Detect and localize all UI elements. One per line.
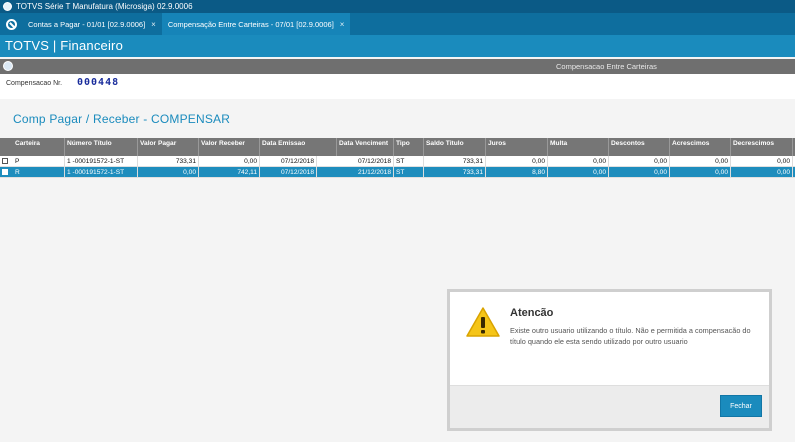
cell-data-vencimento: 21/12/2018 xyxy=(317,167,394,177)
cell-data-vencimento: 07/12/2018 xyxy=(317,156,394,166)
column-header[interactable]: Tipo xyxy=(394,138,424,156)
form-title: Compensacao Entre Carteiras xyxy=(556,62,657,71)
app-logo-icon xyxy=(3,2,12,11)
cell-valor-pagar: 733,31 xyxy=(138,156,199,166)
column-header[interactable]: Data Emissao xyxy=(260,138,337,156)
close-button[interactable]: Fechar xyxy=(720,395,762,417)
column-header[interactable]: Saldo Titulo xyxy=(424,138,486,156)
column-header[interactable]: Carteira xyxy=(13,138,65,156)
tab-bar: Contas a Pagar - 01/01 [02.9.0006] × Com… xyxy=(0,13,795,35)
warning-icon xyxy=(466,307,500,337)
cell-data-emissao: 07/12/2018 xyxy=(260,156,317,166)
cell-multa: 0,00 xyxy=(548,167,609,177)
cell-data-emissao: 07/12/2018 xyxy=(260,167,317,177)
cell-juros: 0,00 xyxy=(486,156,548,166)
close-icon[interactable]: × xyxy=(340,20,345,29)
form-titlebar: Compensacao Entre Carteiras xyxy=(0,59,795,74)
cell-decrescimos: 0,00 xyxy=(731,167,793,177)
cell-descontos: 0,00 xyxy=(609,156,670,166)
compensation-info: Compensacao Nr. 000448 xyxy=(0,74,795,99)
cell-valor-receber: 0,00 xyxy=(199,156,260,166)
cell-tipo: ST xyxy=(394,167,424,177)
globe-icon xyxy=(3,61,13,71)
cell-descontos: 0,00 xyxy=(609,167,670,177)
cell-valor-receber: 742,11 xyxy=(199,167,260,177)
cell-multa: 0,00 xyxy=(548,156,609,166)
cell-acrescimos: 0,00 xyxy=(670,156,731,166)
cell-carteira: R xyxy=(13,167,65,177)
close-icon[interactable]: × xyxy=(151,20,156,29)
alert-dialog: Atencão Existe outro usuario utilizando … xyxy=(447,289,772,431)
dialog-footer: Fechar xyxy=(450,385,769,428)
cell-tipo: ST xyxy=(394,156,424,166)
cell-numero-titulo: 1 -000191572-1-ST xyxy=(65,167,138,177)
column-header[interactable]: Data Venciment xyxy=(337,138,394,156)
column-header[interactable]: Número Título xyxy=(65,138,138,156)
cell-valor-pagar: 0,00 xyxy=(138,167,199,177)
dialog-message: Existe outro usuario utilizando o título… xyxy=(510,326,751,346)
cell-acrescimos: 0,00 xyxy=(670,167,731,177)
window-title: TOTVS Série T Manufatura (Microsiga) 02.… xyxy=(16,2,193,11)
titles-grid: Carteira Número Título Valor Pagar Valor… xyxy=(0,138,795,178)
cell-decrescimos: 0,00 xyxy=(731,156,793,166)
cell-numero-titulo: 1 -000191572-1-ST xyxy=(65,156,138,166)
table-row[interactable]: P 1 -000191572-1-ST 733,31 0,00 07/12/20… xyxy=(0,156,795,167)
row-checkbox[interactable] xyxy=(2,157,8,164)
row-checkbox[interactable] xyxy=(2,168,8,175)
cell-juros: 8,80 xyxy=(486,167,548,177)
column-header[interactable]: Valor Pagar xyxy=(138,138,199,156)
column-header[interactable]: Descontos xyxy=(609,138,670,156)
column-header[interactable]: Acrescimos xyxy=(670,138,731,156)
cell-saldo-titulo: 733,31 xyxy=(424,167,486,177)
compensation-number-label: Compensacao Nr. xyxy=(6,80,63,87)
compensation-number-value: 000448 xyxy=(77,77,120,88)
column-header[interactable]: Juros xyxy=(486,138,548,156)
column-header[interactable]: Decrescimos xyxy=(731,138,793,156)
menu-button[interactable] xyxy=(0,13,22,35)
section-title: Comp Pagar / Receber - COMPENSAR xyxy=(13,112,231,126)
app-title: TOTVS | Financeiro xyxy=(0,35,795,57)
column-header[interactable]: Valor Receber xyxy=(199,138,260,156)
cell-carteira: P xyxy=(13,156,65,166)
block-icon xyxy=(5,18,17,30)
column-header[interactable]: Multa xyxy=(548,138,609,156)
tab-label: Contas a Pagar - 01/01 [02.9.0006] xyxy=(28,19,146,29)
cell-saldo-titulo: 733,31 xyxy=(424,156,486,166)
table-row[interactable]: R 1 -000191572-1-ST 0,00 742,11 07/12/20… xyxy=(0,167,795,178)
tab-compensacao[interactable]: Compensação Entre Carteiras - 07/01 [02.… xyxy=(161,13,351,35)
window-titlebar: TOTVS Série T Manufatura (Microsiga) 02.… xyxy=(0,0,795,13)
tab-label: Compensação Entre Carteiras - 07/01 [02.… xyxy=(167,19,334,29)
dialog-title: Atencão xyxy=(510,307,554,319)
grid-header: Carteira Número Título Valor Pagar Valor… xyxy=(0,138,795,156)
tab-contas-a-pagar[interactable]: Contas a Pagar - 01/01 [02.9.0006] × xyxy=(22,13,162,35)
